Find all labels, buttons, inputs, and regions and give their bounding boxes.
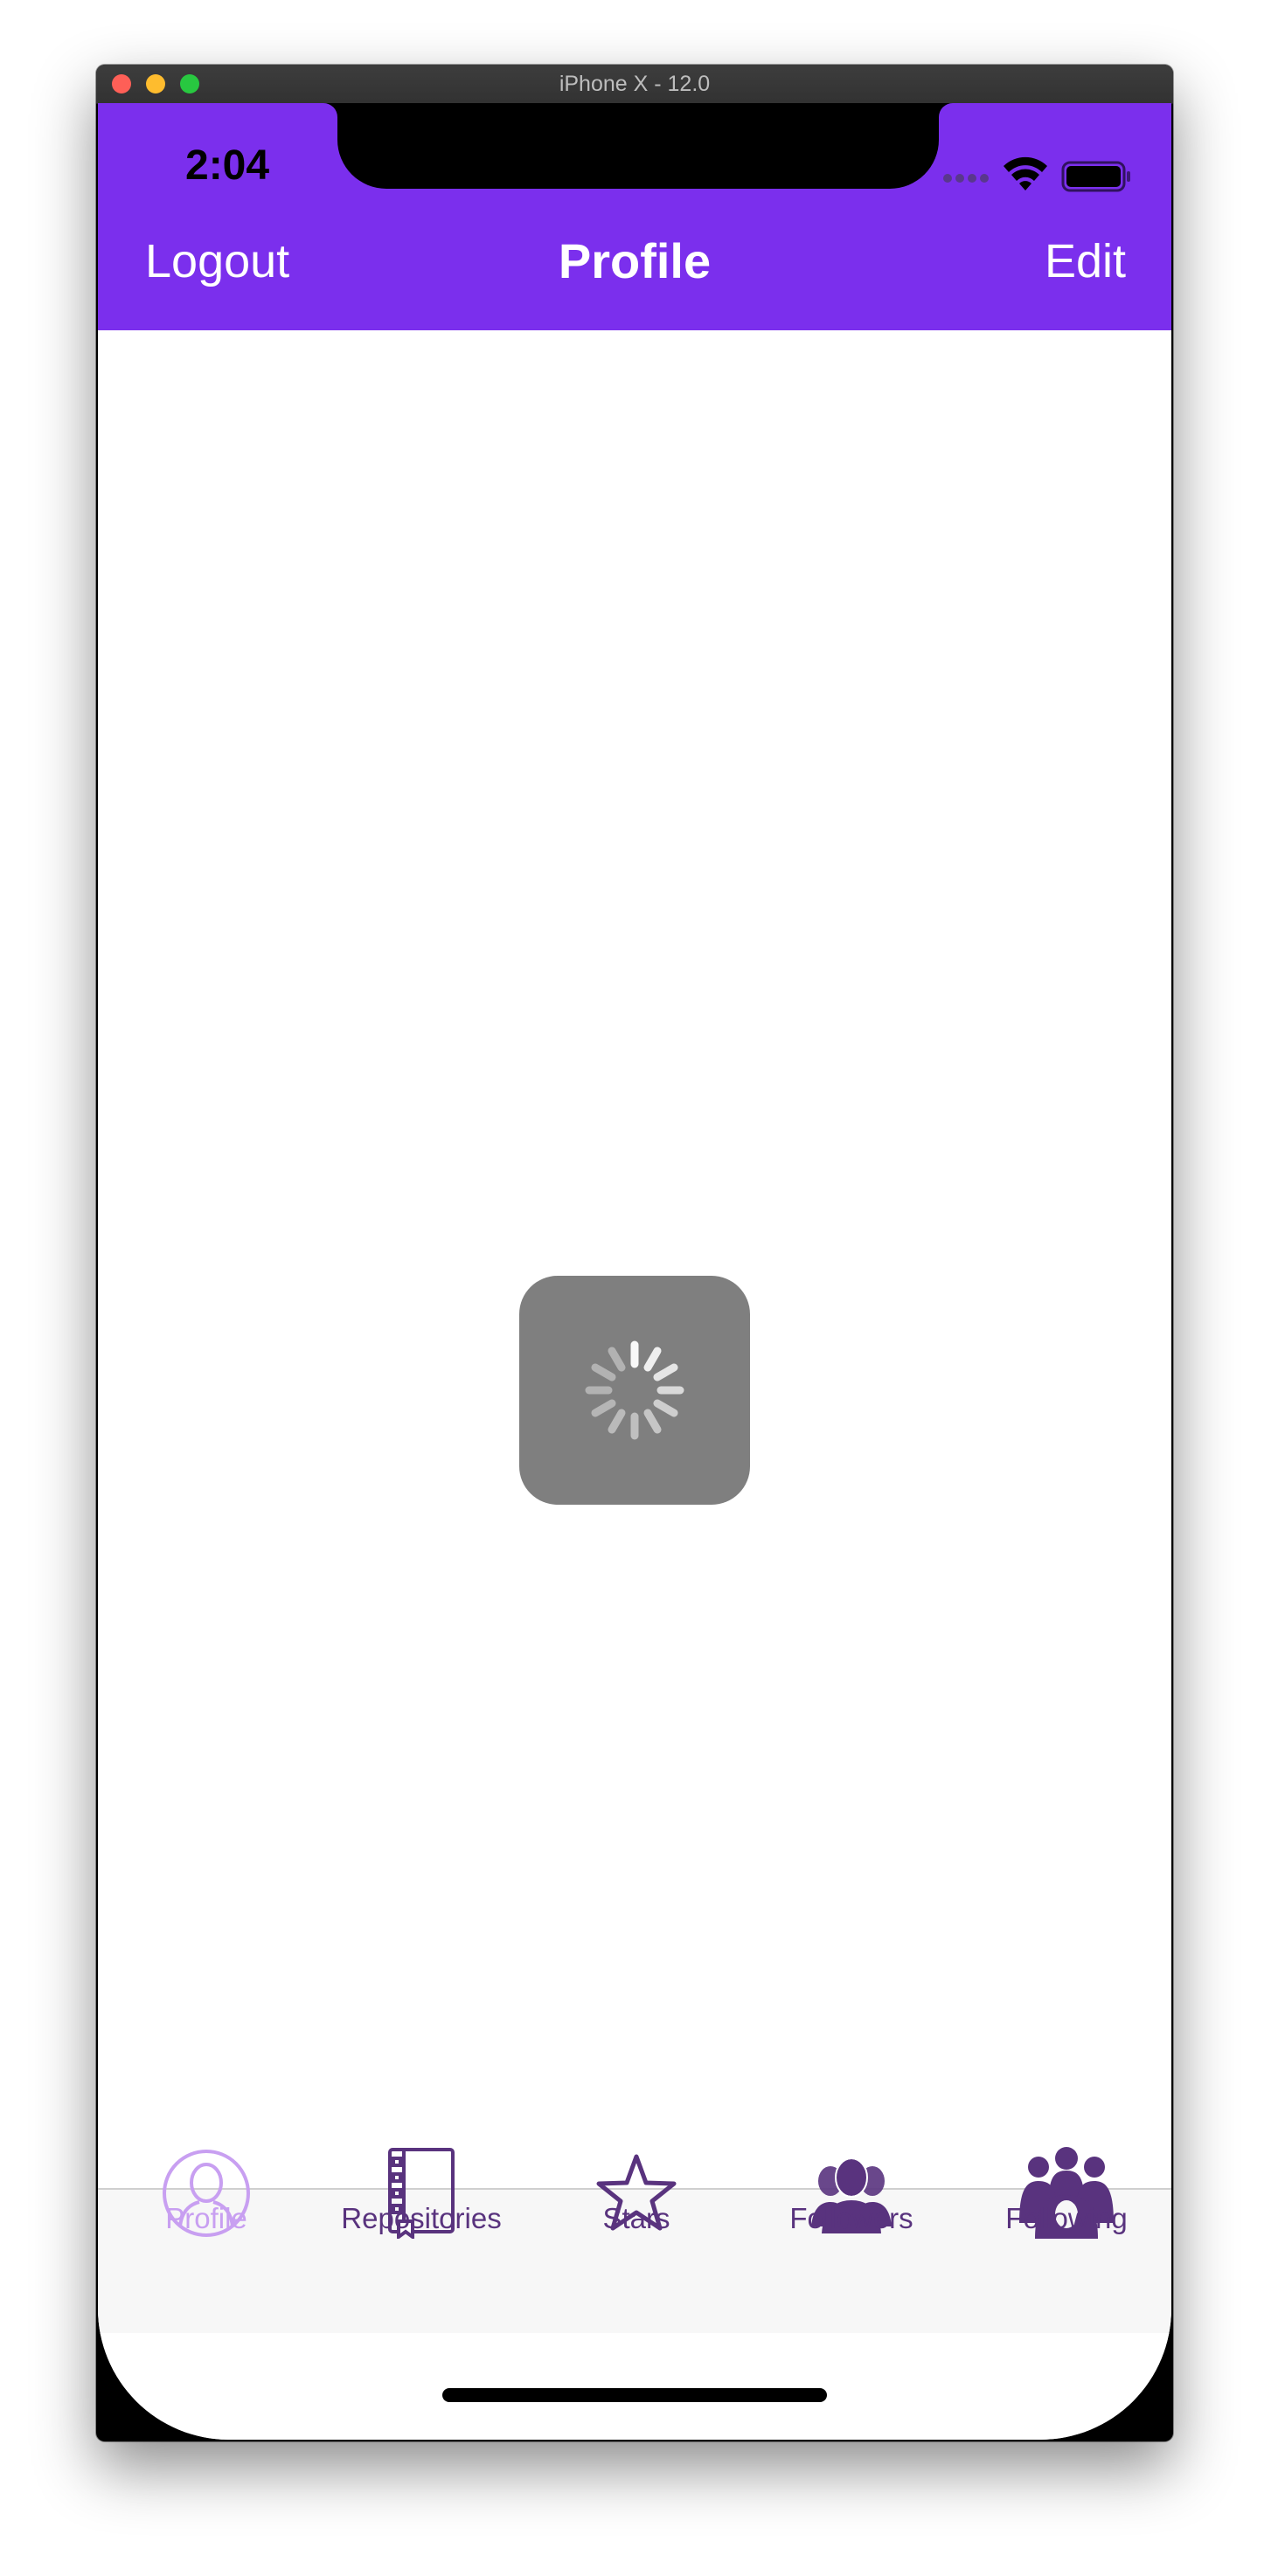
window-title: iPhone X - 12.0	[559, 72, 711, 96]
tab-repositories[interactable]: Repositories	[314, 2148, 529, 2261]
tab-stars[interactable]: Stars	[529, 2148, 744, 2261]
activity-spinner-icon	[585, 1340, 684, 1440]
device-notch	[337, 103, 939, 189]
device-screen: 2:04 Logout Profile Edit Profile Reposit…	[98, 103, 1171, 2440]
tab-label: Followers	[789, 2202, 913, 2234]
notch-ear-right	[939, 103, 953, 117]
tab-profile[interactable]: Profile	[99, 2148, 314, 2261]
home-indicator[interactable]	[442, 2388, 827, 2402]
tab-followers[interactable]: Followers	[744, 2148, 959, 2261]
tab-following[interactable]: Following	[959, 2147, 1171, 2261]
page-title: Profile	[558, 233, 712, 288]
status-icons	[943, 156, 1130, 192]
simulator-window: iPhone X - 12.0 2:04 Logout Profile Edit…	[96, 65, 1173, 2441]
status-time: 2:04	[185, 142, 270, 189]
loading-hud	[519, 1276, 750, 1505]
signal-dots-icon	[943, 174, 989, 183]
window-titlebar: iPhone X - 12.0	[96, 65, 1173, 104]
home-indicator-area	[98, 2333, 1171, 2440]
navigation-bar: Logout Profile Edit	[98, 197, 1171, 330]
tab-label: Repositories	[341, 2202, 502, 2234]
notch-ear-left	[323, 103, 337, 117]
tab-label: Profile	[165, 2202, 247, 2234]
tab-label: Stars	[602, 2202, 670, 2234]
tab-label: Following	[1005, 2202, 1128, 2234]
battery-icon	[1061, 161, 1130, 192]
edit-button[interactable]: Edit	[1045, 231, 1126, 292]
wifi-icon	[1004, 156, 1047, 190]
